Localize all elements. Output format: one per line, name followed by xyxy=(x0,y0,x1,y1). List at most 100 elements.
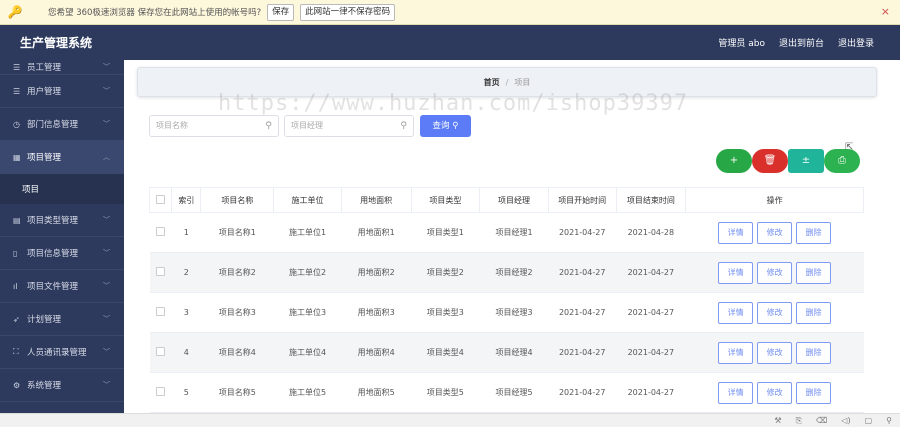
cell-end: 2021-04-28 xyxy=(616,212,686,253)
edit-button[interactable]: 修改 xyxy=(757,221,793,244)
chevron-down-icon: ﹀ xyxy=(103,381,110,389)
never-save-button[interactable]: 此网站一律不保存密码 xyxy=(300,3,396,21)
select-all-checkbox[interactable] xyxy=(156,194,166,204)
row-select-cell xyxy=(149,252,172,293)
password-save-bar: 🔑 您希望 360极速浏览器 保存您在此网站上使用的帐号吗? 保存 此网站一律不… xyxy=(0,0,900,25)
export-button[interactable]: ± xyxy=(788,149,824,173)
project-name-input[interactable]: 项目名称 ⚲ xyxy=(149,115,279,137)
cell-start: 2021-04-27 xyxy=(548,292,617,333)
cell-name: 项目名称1 xyxy=(200,212,274,253)
copy-icon[interactable]: ⎘ xyxy=(796,414,802,427)
detail-button[interactable]: 详情 xyxy=(718,261,754,284)
close-icon[interactable]: × xyxy=(881,5,890,18)
column-header: 项目名称 xyxy=(200,187,275,213)
chevron-down-icon: ﹀ xyxy=(103,120,110,128)
row-checkbox[interactable] xyxy=(156,347,166,356)
cell-area: 用地面积1 xyxy=(341,212,412,253)
row-checkbox[interactable] xyxy=(156,307,166,316)
cell-name: 项目名称5 xyxy=(200,372,274,413)
app-title: 生产管理系统 xyxy=(20,36,93,50)
cell-operations: 详情 修改 删除 xyxy=(685,212,864,253)
delete-button[interactable]: 删除 xyxy=(796,221,832,244)
column-header: 索引 xyxy=(171,187,202,213)
cell-name: 项目名称4 xyxy=(200,332,274,373)
sidebar-item-project-info[interactable]: ▯ 项目信息管理 ﹀ xyxy=(0,237,124,270)
browser-status-bar: ⚒ ⎘ ⌫ ◁) ▢ ⚲ xyxy=(0,413,900,427)
add-button[interactable]: + xyxy=(716,149,752,173)
cell-contractor: 施工单位2 xyxy=(273,252,342,293)
detail-button[interactable]: 详情 xyxy=(718,341,754,364)
cell-name: 项目名称2 xyxy=(200,252,274,293)
column-header: 操作 xyxy=(685,187,864,213)
row-checkbox[interactable] xyxy=(156,227,166,236)
row-select-cell xyxy=(149,332,172,373)
cell-type: 项目类型3 xyxy=(411,292,480,333)
query-button[interactable]: 查询 ⚲ xyxy=(420,115,471,137)
phone-icon: ▯ xyxy=(13,248,18,258)
sidebar-item-plans[interactable]: ➶ 计划管理 ﹀ xyxy=(0,303,124,336)
cell-start: 2021-04-27 xyxy=(548,332,617,373)
cell-type: 项目类型5 xyxy=(411,372,480,413)
cell-type: 项目类型1 xyxy=(411,212,480,253)
breadcrumb-home[interactable]: 首页 xyxy=(484,77,500,88)
top-header: 生产管理系统 管理员 abo 退出到前台 退出登录 xyxy=(0,25,900,60)
list-icon: ☰ xyxy=(13,62,21,72)
sidebar-item-system[interactable]: ⚙ 系统管理 ﹀ xyxy=(0,369,124,402)
delete-button[interactable]: 删除 xyxy=(796,261,832,284)
sidebar-item-departments[interactable]: ◷ 部门信息管理 ﹀ xyxy=(0,108,124,141)
chevron-down-icon: ﹀ xyxy=(103,315,110,323)
table-header-row: 索引 项目名称 施工单位 用地面积 项目类型 项目经理 项目开始时间 项目结束时… xyxy=(148,187,864,213)
sidebar-item-project-types[interactable]: ▤ 项目类型管理 ﹀ xyxy=(0,204,124,237)
sidebar-item-projects[interactable]: ▦ 项目管理 ︿ xyxy=(0,141,124,174)
cell-operations: 详情 修改 删除 xyxy=(685,372,864,413)
cell-index: 3 xyxy=(171,292,201,333)
zoom-icon[interactable]: ⚲ xyxy=(886,414,892,427)
query-button-label: 查询 xyxy=(432,121,450,131)
cell-index: 5 xyxy=(171,372,201,413)
delete-button[interactable]: 删除 xyxy=(796,381,832,404)
chevron-down-icon: ﹀ xyxy=(103,282,110,290)
logout-link[interactable]: 退出登录 xyxy=(838,36,874,49)
delete-button[interactable]: 删除 xyxy=(796,341,832,364)
mouse-cursor-icon: ⇱ xyxy=(845,142,854,153)
cell-area: 用地面积4 xyxy=(341,332,412,373)
window-icon[interactable]: ▢ xyxy=(865,414,873,427)
sidebar-subitem-project[interactable]: 项目 xyxy=(0,174,124,204)
project-manager-placeholder: 项目经理 xyxy=(291,121,323,130)
sidebar-item-label: 项目文件管理 xyxy=(27,282,79,292)
select-all-cell xyxy=(148,187,173,213)
print-button[interactable]: ⎙ xyxy=(824,149,860,173)
project-name-placeholder: 项目名称 xyxy=(156,121,188,130)
tool-icon[interactable]: ⚒ xyxy=(774,414,781,427)
sidebar-item-project-files[interactable]: ıl 项目文件管理 ﹀ xyxy=(0,270,124,303)
sidebar-item-users[interactable]: ☰ 用户管理 ﹀ xyxy=(0,75,124,108)
chevron-down-icon: ﹀ xyxy=(103,63,110,71)
list-icon: ☰ xyxy=(13,86,21,96)
edit-button[interactable]: 修改 xyxy=(757,341,793,364)
row-checkbox[interactable] xyxy=(156,387,166,396)
detail-button[interactable]: 详情 xyxy=(718,301,754,324)
detail-button[interactable]: 详情 xyxy=(718,381,754,404)
speaker-icon[interactable]: ◁) xyxy=(841,414,850,427)
detail-button[interactable]: 详情 xyxy=(718,221,754,244)
save-password-button[interactable]: 保存 xyxy=(267,3,295,21)
send-icon: ➶ xyxy=(13,314,20,324)
cell-start: 2021-04-27 xyxy=(548,252,617,293)
cell-operations: 详情 修改 删除 xyxy=(685,292,864,333)
trash-icon[interactable]: ⌫ xyxy=(816,414,827,427)
row-checkbox[interactable] xyxy=(156,267,166,276)
back-to-front-link[interactable]: 退出到前台 xyxy=(779,36,824,49)
breadcrumb-separator: / xyxy=(505,77,509,87)
sidebar-item-contacts[interactable]: ⛶ 人员通讯录管理 ﹀ xyxy=(0,336,124,369)
sidebar-item-staff[interactable]: ☰ 员工管理 ﹀ xyxy=(0,60,124,75)
edit-button[interactable]: 修改 xyxy=(757,261,793,284)
delete-button[interactable]: 删除 xyxy=(796,301,832,324)
delete-selected-button[interactable]: 🗑 xyxy=(752,149,788,173)
project-manager-input[interactable]: 项目经理 ⚲ xyxy=(284,115,414,137)
edit-button[interactable]: 修改 xyxy=(757,301,793,324)
sidebar-subitem-label: 项目 xyxy=(22,185,40,195)
current-user: 管理员 abo xyxy=(718,39,765,49)
column-header: 项目经理 xyxy=(479,187,549,213)
column-header: 施工单位 xyxy=(273,187,342,213)
edit-button[interactable]: 修改 xyxy=(757,381,793,404)
